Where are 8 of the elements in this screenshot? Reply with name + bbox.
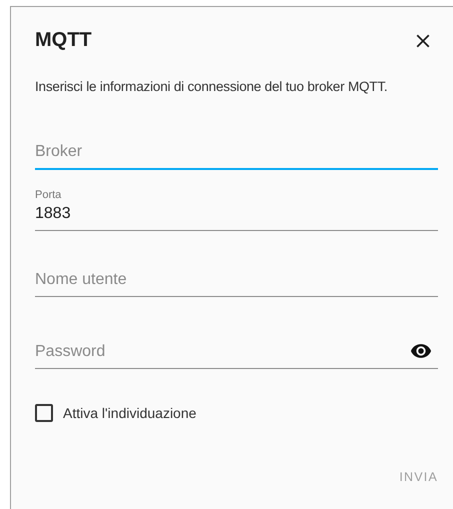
dialog-title: MQTT (35, 29, 92, 52)
checkbox-label: Attiva l'individuazione (63, 405, 196, 421)
input-field[interactable]: Nome utente (35, 271, 438, 297)
field-label: Porta (35, 189, 62, 201)
dialog-description: Inserisci le informazioni di connessione del tuo broker MQTT. (35, 78, 388, 96)
checkbox[interactable] (35, 404, 53, 422)
input-field[interactable]: 1883 (35, 205, 438, 231)
input-field[interactable]: Broker (35, 143, 438, 170)
